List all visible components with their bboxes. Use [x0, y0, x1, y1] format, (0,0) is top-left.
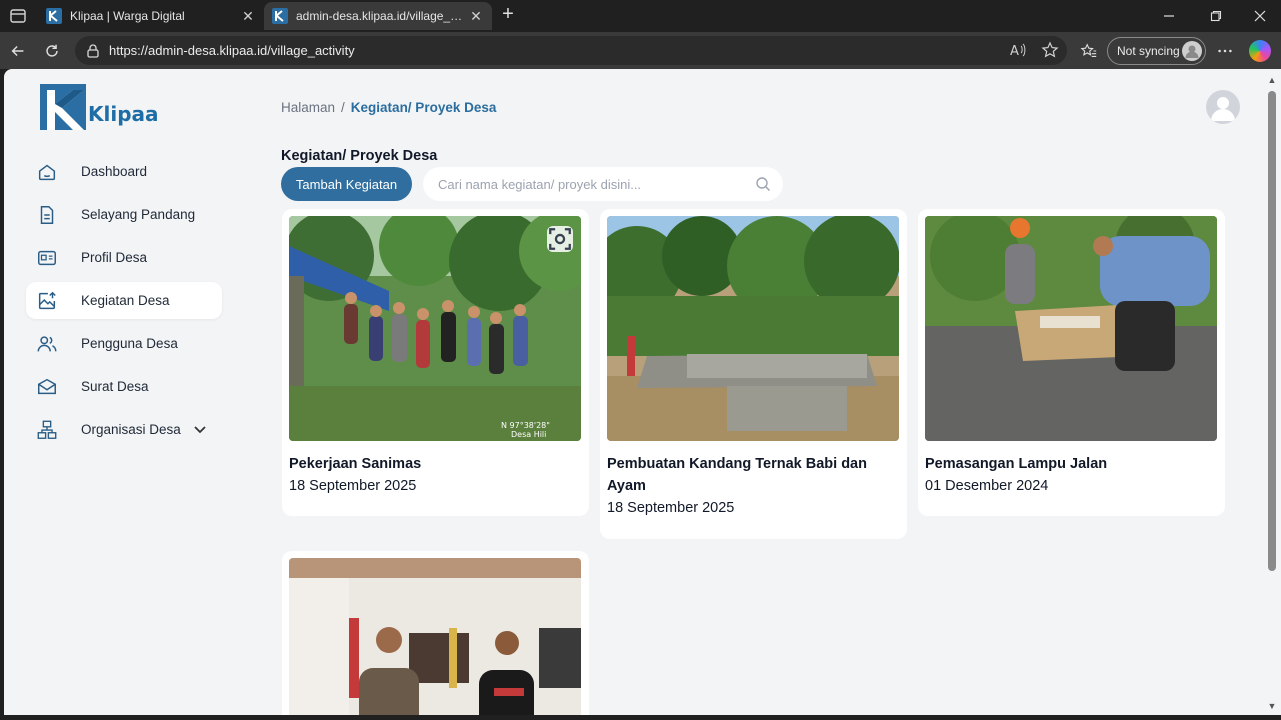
activity-card-sanimas[interactable]: N 97°38'28" Desa Hili Pekerjaan Sanimas … [282, 209, 589, 516]
sidebar-item-pengguna-desa[interactable]: Pengguna Desa [26, 325, 222, 362]
profile-avatar-icon [1182, 41, 1202, 61]
brand-name: Klipaa [88, 102, 159, 126]
sidebar-item-selayang-pandang[interactable]: Selayang Pandang [26, 196, 222, 233]
id-card-icon [38, 250, 56, 265]
sidebar-item-label: Surat Desa [81, 379, 149, 394]
sidebar-item-label: Profil Desa [81, 250, 148, 265]
page-viewport: Klipaa Dashboard Selayang Pandang Profil… [4, 69, 1263, 715]
activity-title: Pemasangan Lampu Jalan [925, 456, 1108, 472]
add-activity-button[interactable]: Tambah Kegiatan [281, 167, 412, 201]
browser-tab-admin[interactable]: admin-desa.klipaa.id/village_activity ✕ [264, 2, 492, 30]
close-window-icon[interactable] [1240, 4, 1280, 28]
activity-photo[interactable] [925, 216, 1217, 441]
tab-title: Klipaa | Warga Digital [70, 9, 185, 23]
document-icon [40, 205, 54, 224]
sync-label: Not syncing [1117, 44, 1180, 58]
page-title: Kegiatan/ Proyek Desa [281, 148, 438, 164]
sidebar-item-organisasi-desa[interactable]: Organisasi Desa [26, 411, 222, 448]
reload-icon[interactable] [41, 40, 63, 62]
activity-photo[interactable] [289, 558, 581, 715]
sidebar-item-label: Selayang Pandang [81, 207, 196, 222]
activity-title: Pembuatan Kandang Ternak Babi dan Ayam [607, 456, 867, 494]
klipaa-logo-icon [40, 84, 86, 130]
user-avatar-icon[interactable] [1206, 90, 1240, 124]
browser-tab-klipaa[interactable]: Klipaa | Warga Digital ✕ [38, 2, 264, 30]
favorites-icon[interactable] [1078, 40, 1100, 62]
activity-title: Pekerjaan Sanimas [289, 456, 422, 472]
url-text[interactable]: https://admin-desa.klipaa.id/village_act… [109, 43, 355, 58]
activity-date: 18 September 2025 [289, 478, 417, 494]
klipaa-favicon-icon [272, 8, 288, 24]
svg-text:N 97°38'28": N 97°38'28" [501, 421, 550, 430]
new-tab-icon[interactable]: + [497, 4, 519, 26]
sidebar-item-profil-desa[interactable]: Profil Desa [26, 239, 222, 276]
activity-date: 01 Desember 2024 [925, 478, 1049, 494]
scroll-down-icon[interactable]: ▼ [1267, 701, 1277, 711]
breadcrumb: Halaman / Kegiatan/ Proyek Desa [281, 100, 496, 115]
breadcrumb-root[interactable]: Halaman [281, 100, 335, 115]
sync-profile-button[interactable]: Not syncing [1107, 37, 1206, 65]
lock-icon[interactable] [85, 43, 101, 59]
mail-icon [38, 378, 56, 394]
klipaa-favicon-icon [46, 8, 62, 24]
read-aloud-icon[interactable]: A [1009, 41, 1027, 64]
scrollbar-thumb[interactable] [1268, 91, 1276, 571]
sidebar-item-label: Pengguna Desa [81, 336, 178, 351]
breadcrumb-current: Kegiatan/ Proyek Desa [350, 100, 497, 115]
window-bottom-edge [0, 715, 1281, 720]
back-arrow-icon[interactable] [7, 40, 29, 62]
image-upload-icon [38, 291, 56, 309]
sidebar-item-label: Dashboard [81, 164, 148, 179]
tab-title: admin-desa.klipaa.id/village_activity [296, 9, 468, 23]
restore-icon[interactable] [1196, 4, 1236, 28]
activity-card-kandang-ternak[interactable]: Pembuatan Kandang Ternak Babi dan Ayam 1… [600, 209, 907, 539]
chevron-down-icon[interactable] [192, 421, 208, 437]
activity-photo[interactable] [607, 216, 899, 441]
activity-card-lampu-jalan[interactable]: Pemasangan Lampu Jalan 01 Desember 2024 [918, 209, 1225, 516]
scroll-up-icon[interactable]: ▲ [1267, 75, 1277, 85]
activity-date: 18 September 2025 [607, 500, 735, 516]
sidebar-item-label: Organisasi Desa [81, 422, 181, 437]
search-input[interactable] [438, 176, 748, 192]
minimize-icon[interactable] [1149, 4, 1189, 28]
svg-text:A: A [1010, 44, 1019, 59]
browser-toolbar: https://admin-desa.klipaa.id/village_act… [0, 32, 1281, 69]
copilot-icon[interactable] [1249, 40, 1271, 62]
tab-actions-icon[interactable] [8, 6, 28, 26]
page-scrollbar[interactable]: ▲ ▼ [1263, 69, 1281, 715]
sidebar-item-surat-desa[interactable]: Surat Desa [26, 368, 222, 405]
home-icon [38, 164, 56, 180]
breadcrumb-separator: / [341, 100, 345, 115]
sidebar-nav: Dashboard Selayang Pandang Profil Desa K… [26, 153, 222, 454]
users-icon [37, 335, 57, 351]
activity-card-fourth[interactable] [282, 551, 589, 715]
browser-tab-bar: Klipaa | Warga Digital ✕ admin-desa.klip… [0, 0, 1281, 32]
search-icon[interactable] [755, 176, 771, 192]
more-options-icon[interactable] [1214, 40, 1236, 62]
search-box[interactable] [423, 167, 783, 201]
sidebar-item-label: Kegiatan Desa [81, 293, 170, 308]
svg-text:Desa Hili: Desa Hili [511, 430, 546, 439]
activity-photo[interactable]: N 97°38'28" Desa Hili [289, 216, 581, 441]
klipaa-logo[interactable]: Klipaa [40, 84, 159, 130]
favorite-star-icon[interactable] [1041, 41, 1059, 64]
scan-image-icon[interactable] [547, 226, 573, 252]
org-chart-icon [37, 420, 57, 439]
sidebar-item-dashboard[interactable]: Dashboard [26, 153, 222, 190]
sidebar-item-kegiatan-desa[interactable]: Kegiatan Desa [26, 282, 222, 319]
address-bar[interactable]: https://admin-desa.klipaa.id/village_act… [75, 36, 1067, 65]
tab-close-icon[interactable]: ✕ [468, 8, 484, 25]
tab-close-icon[interactable]: ✕ [240, 8, 256, 25]
